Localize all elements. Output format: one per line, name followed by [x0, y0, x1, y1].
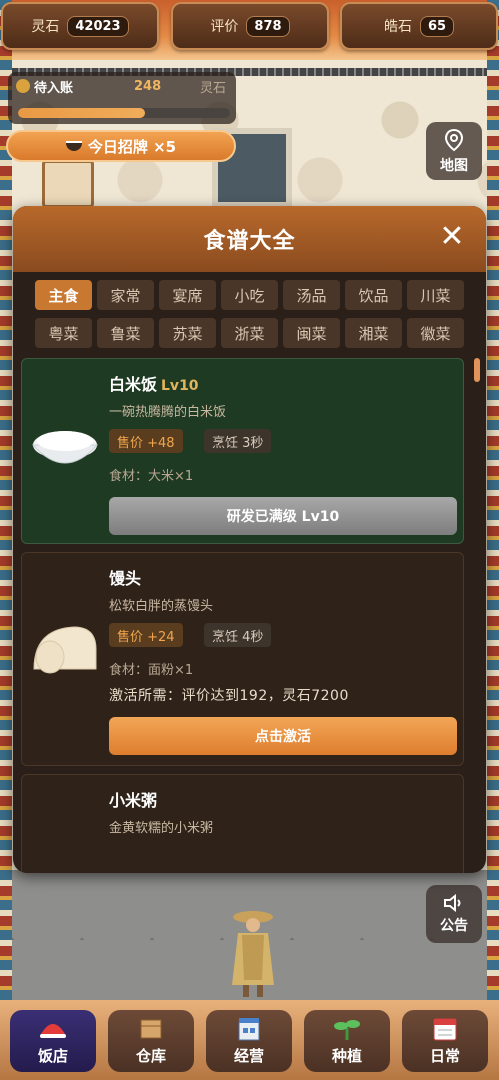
cook-time-badge: 烹饪 4秒: [204, 623, 272, 647]
recipe-name: 白米饭: [109, 375, 158, 394]
modal-header: 食谱大全 ✕: [13, 206, 486, 272]
shop-sign: [42, 160, 94, 208]
map-label: 地图: [440, 157, 468, 174]
nav-label: 仓库: [135, 1047, 166, 1065]
currency-rating[interactable]: 评价 878: [171, 2, 329, 50]
currency-haoshi[interactable]: 皓石 65: [340, 2, 498, 50]
money-bag-icon: [16, 79, 30, 93]
currency-label: 灵石: [31, 19, 60, 35]
category-tab[interactable]: 家常: [97, 280, 154, 310]
nav-daily[interactable]: 日常: [402, 1010, 488, 1072]
notice-button[interactable]: 公告: [426, 885, 482, 943]
category-tab[interactable]: 苏菜: [159, 318, 216, 348]
map-button[interactable]: 地图: [426, 122, 482, 180]
currency-value: 65: [419, 15, 455, 37]
category-tab[interactable]: 浙菜: [221, 318, 278, 348]
farmer-character[interactable]: [228, 905, 278, 1000]
currency-value: 878: [246, 15, 290, 37]
category-tab[interactable]: 闽菜: [283, 318, 340, 348]
shop-icon: [238, 1018, 260, 1041]
recipe-name-row: 白米饭 Lv10: [109, 371, 199, 395]
decorative-border-right: [487, 0, 499, 1000]
recipe-name: 小米粥: [109, 791, 158, 810]
nav-label: 种植: [331, 1047, 362, 1065]
category-tab[interactable]: 徽菜: [407, 318, 464, 348]
category-tab[interactable]: 宴席: [159, 280, 216, 310]
ingredients-text: 食材：面粉×1: [109, 663, 194, 678]
category-tab[interactable]: 鲁菜: [97, 318, 154, 348]
currency-label: 评价: [210, 19, 239, 35]
sprout-icon: [334, 1020, 360, 1040]
speaker-icon: [444, 893, 461, 912]
daily-special-button[interactable]: 今日招牌 ×5: [6, 130, 236, 162]
sell-price-badge: 售价 +48: [109, 429, 183, 453]
category-tab[interactable]: 饮品: [345, 280, 402, 310]
restaurant-icon: [40, 1024, 66, 1038]
recipe-description: 金黄软糯的小米粥: [109, 821, 214, 836]
pending-label: 待入账: [34, 80, 74, 96]
recipe-description: 一碗热腾腾的白米饭: [109, 405, 227, 420]
recipe-description: 松软白胖的蒸馒头: [109, 599, 214, 614]
daily-special-label: 今日招牌 ×5: [87, 137, 177, 156]
close-icon[interactable]: ✕: [438, 222, 466, 252]
nav-restaurant[interactable]: 饭店: [10, 1010, 96, 1072]
pending-income-panel[interactable]: 待入账 248 灵石: [8, 72, 236, 124]
nav-label: 日常: [429, 1047, 460, 1065]
category-tab[interactable]: 汤品: [283, 280, 340, 310]
category-tab[interactable]: 川菜: [407, 280, 464, 310]
activate-button[interactable]: 点击激活: [109, 717, 457, 755]
pending-progress-bar: [18, 108, 230, 118]
modal-title: 食谱大全: [203, 229, 296, 254]
recipe-card[interactable]: 白米饭 Lv10 一碗热腾腾的白米饭 售价 +48 烹饪 3秒 食材：大米×1 研…: [21, 358, 464, 544]
category-tabs: 主食 家常 宴席 小吃 汤品 饮品 川菜粤菜 鲁菜 苏菜 浙菜 闽菜 湘菜 徽菜: [35, 280, 465, 348]
nav-label: 经营: [233, 1047, 264, 1065]
currency-label: 皓石: [383, 19, 412, 35]
recipe-book-modal: 食谱大全 ✕ 主食 家常 宴席 小吃 汤品 饮品 川菜粤菜 鲁菜 苏菜 浙菜 闽菜 湘菜 徽菜 白米饭 L…: [13, 206, 486, 873]
bowl-icon: [65, 141, 82, 151]
category-tab[interactable]: 粤菜: [35, 318, 92, 348]
nav-farming[interactable]: 种植: [304, 1010, 390, 1072]
currency-value: 42023: [67, 15, 129, 37]
recipe-card[interactable]: 馒头 松软白胖的蒸馒头 售价 +24 烹饪 4秒 食材：面粉×1 激活所需：评价…: [21, 552, 464, 766]
bottom-nav: 饭店 仓库 经营 种植 日常: [0, 1000, 499, 1080]
unlock-requirement-text: 激活所需：评价达到192，灵石7200: [109, 688, 349, 704]
category-tab[interactable]: 湘菜: [345, 318, 402, 348]
pending-unit: 灵石: [199, 80, 226, 96]
nav-warehouse[interactable]: 仓库: [108, 1010, 194, 1072]
category-tab[interactable]: 主食: [35, 280, 92, 310]
box-icon: [140, 1019, 162, 1039]
recipe-name: 馒头: [109, 569, 142, 588]
calendar-icon: [433, 1018, 457, 1041]
sell-price-badge: 售价 +24: [109, 623, 183, 647]
map-pin-icon: [444, 128, 464, 151]
category-tab[interactable]: 小吃: [221, 280, 278, 310]
cook-time-badge: 烹饪 3秒: [204, 429, 272, 453]
list-scrollbar[interactable]: [474, 358, 480, 382]
recipe-card[interactable]: 小米粥 金黄软糯的小米粥: [21, 774, 464, 873]
ingredients-text: 食材：大米×1: [109, 469, 194, 484]
rice-bowl-image: [31, 431, 99, 464]
notice-label: 公告: [440, 917, 468, 934]
currency-spirit-stone[interactable]: 灵石 42023: [1, 2, 159, 50]
pending-progress-fill: [18, 108, 146, 118]
recipe-level: Lv10: [161, 378, 199, 394]
recipe-list[interactable]: 白米饭 Lv10 一碗热腾腾的白米饭 售价 +48 烹饪 3秒 食材：大米×1 研…: [21, 358, 472, 873]
research-maxed-button[interactable]: 研发已满级 Lv10: [109, 497, 457, 535]
nav-label: 饭店: [37, 1047, 68, 1065]
pending-amount: 248: [134, 78, 162, 94]
steamed-bun-image: [33, 626, 97, 674]
nav-business[interactable]: 经营: [206, 1010, 292, 1072]
